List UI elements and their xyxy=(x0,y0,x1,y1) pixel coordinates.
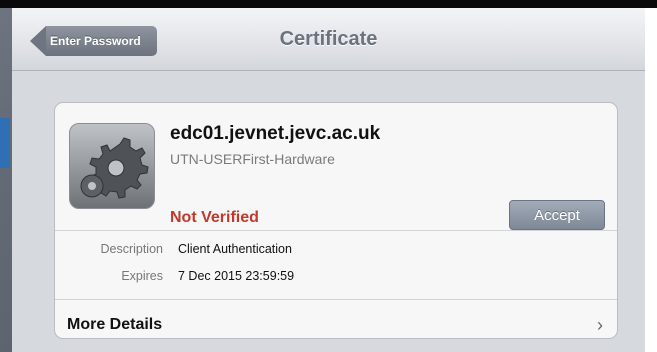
expires-label: Expires xyxy=(121,269,163,283)
divider xyxy=(55,299,617,300)
chevron-right-icon[interactable]: › xyxy=(597,315,603,336)
nav-title: Certificate xyxy=(279,28,378,50)
certificate-sheet: Enter Password Certificate edc01.jevnet.… xyxy=(12,8,645,352)
description-value: Client Authentication xyxy=(178,242,292,256)
expires-value: 7 Dec 2015 23:59:59 xyxy=(178,269,295,283)
background-blue-tab xyxy=(0,118,10,168)
background-app-edge xyxy=(0,8,12,352)
certificate-name: edc01.jevnet.jevc.ac.uk xyxy=(170,123,381,144)
more-details-row[interactable]: More Details xyxy=(67,316,162,334)
gear-icon xyxy=(69,123,155,209)
certificate-issuer: UTN-USERFirst-Hardware xyxy=(170,151,335,167)
verification-status: Not Verified xyxy=(170,209,259,226)
description-label: Description xyxy=(100,242,163,256)
accept-button[interactable]: Accept xyxy=(509,200,605,230)
navigation-bar: Enter Password Certificate xyxy=(12,8,645,71)
frame-top-edge xyxy=(0,0,657,8)
certificate-card: edc01.jevnet.jevc.ac.uk UTN-USERFirst-Ha… xyxy=(54,102,618,339)
divider xyxy=(55,230,617,231)
